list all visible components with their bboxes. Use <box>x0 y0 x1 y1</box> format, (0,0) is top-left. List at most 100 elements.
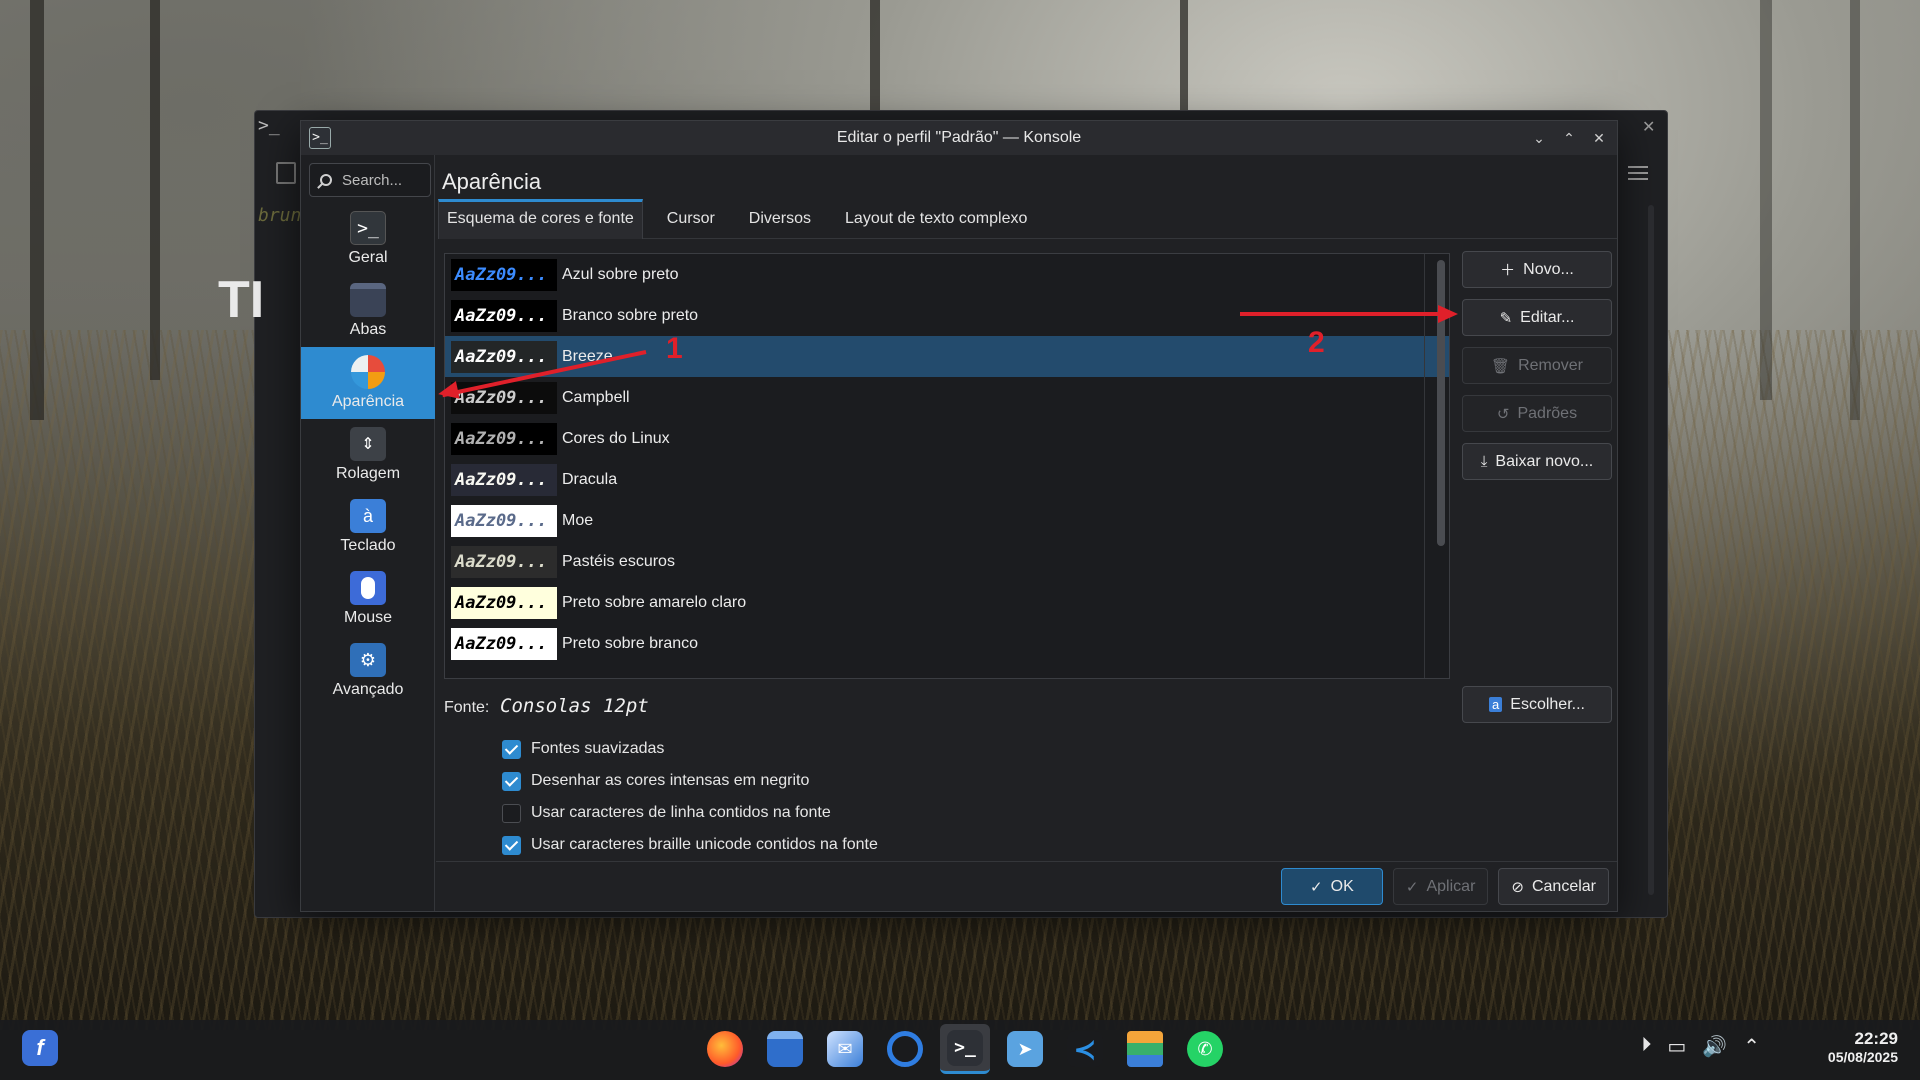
search-icon <box>320 174 332 186</box>
task-files[interactable] <box>760 1024 810 1074</box>
sidebar-item-abas[interactable]: Abas <box>301 275 435 347</box>
font-option-checkbox[interactable]: Fontes suavizadas <box>502 733 878 765</box>
new-button-label: Novo... <box>1523 260 1574 278</box>
list-scrollbar[interactable] <box>1437 260 1445 546</box>
task-telegram[interactable]: ➤ <box>1000 1024 1050 1074</box>
task-mail[interactable]: ✉ <box>820 1024 870 1074</box>
scheme-row[interactable]: AaZz09... Moe <box>445 500 1449 541</box>
system-tray: ⏵ ▭ 🔊 ⌃ <box>1641 1034 1760 1059</box>
choose-button-label: Escolher... <box>1510 695 1585 713</box>
sidebar-item-label: Aparência <box>331 393 405 410</box>
clock-date: 05/08/2025 <box>1827 1049 1898 1065</box>
scheme-preview: AaZz09... <box>451 340 557 373</box>
task-whatsapp[interactable]: ✆ <box>1180 1024 1230 1074</box>
scheme-row[interactable]: AaZz09... Pastéis escuros <box>445 541 1449 582</box>
tab-complex-text-layout[interactable]: Layout de texto complexo <box>835 199 1037 239</box>
clock[interactable]: 22:29 05/08/2025 <box>1828 1029 1898 1065</box>
edit-scheme-button[interactable]: ✎ Editar... <box>1462 299 1612 336</box>
background-tree <box>1760 0 1772 400</box>
tab-color-scheme-font[interactable]: Esquema de cores e fonte <box>438 199 643 239</box>
font-option-checkbox[interactable]: Desenhar as cores intensas em negrito <box>502 765 878 797</box>
scheme-row[interactable]: AaZz09... Cores do Linux <box>445 418 1449 459</box>
checkbox[interactable] <box>502 803 521 823</box>
dialog-footer: ✓ OK ✓ Aplicar ⊘ Cancelar <box>436 861 1617 911</box>
background-terminal-icon: >_ <box>258 115 280 136</box>
advanced-icon: ⚙ <box>350 643 386 677</box>
scheme-name: Moe <box>562 511 594 529</box>
scroll-icon: ⇕ <box>350 427 386 461</box>
ok-button[interactable]: ✓ OK <box>1280 868 1383 905</box>
choose-font-button[interactable]: a Escolher... <box>1462 686 1612 723</box>
font-icon: a <box>1489 697 1503 712</box>
cancel-button[interactable]: ⊘ Cancelar <box>1498 868 1609 905</box>
new-scheme-button[interactable]: ＋ Novo... <box>1462 251 1612 288</box>
download-icon: ⤓ <box>1480 453 1488 470</box>
scheme-preview: AaZz09... <box>451 299 557 332</box>
checkbox[interactable] <box>502 739 521 759</box>
task-konsole[interactable]: >_ <box>940 1024 990 1074</box>
hamburger-menu-icon[interactable] <box>1628 166 1648 180</box>
download-new-button[interactable]: ⤓ Baixar novo... <box>1462 443 1612 480</box>
task-firefox[interactable] <box>700 1024 750 1074</box>
scheme-buttons: ＋ Novo... ✎ Editar... 🗑 Remover ↺ Padrões ⤓ B… <box>1462 251 1612 480</box>
checkbox[interactable] <box>502 771 521 791</box>
scheme-preview: AaZz09... <box>451 258 557 291</box>
scheme-row[interactable]: AaZz09... Dracula <box>445 459 1449 500</box>
font-option-checkbox[interactable]: Usar caracteres de linha contidos na fon… <box>502 797 878 829</box>
pencil-icon: ✎ <box>1499 309 1513 327</box>
defaults-button[interactable]: ↺ Padrões <box>1462 395 1612 432</box>
tab-cursor[interactable]: Cursor <box>657 199 725 239</box>
annotation-number-2: 2 <box>1308 326 1325 359</box>
app-launcher-icon[interactable]: f <box>22 1030 58 1066</box>
close-icon[interactable]: ✕ <box>1591 130 1607 146</box>
konsole-icon: >_ <box>947 1029 983 1066</box>
download-button-label: Baixar novo... <box>1495 452 1594 470</box>
sidebar-item-mouse[interactable]: Mouse <box>301 563 435 635</box>
apply-button[interactable]: ✓ Aplicar <box>1392 868 1489 905</box>
undo-icon: ↺ <box>1496 405 1510 423</box>
sidebar-item-aparencia[interactable]: Aparência <box>301 347 435 419</box>
scheme-preview: AaZz09... <box>451 504 557 537</box>
font-option-checkbox[interactable]: Usar caracteres braille unicode contidos… <box>502 829 878 861</box>
checkbox-label: Usar caracteres braille unicode contidos… <box>531 836 878 853</box>
scheme-row[interactable]: AaZz09... Preto sobre branco <box>445 623 1449 664</box>
mail-icon: ✉ <box>827 1031 863 1067</box>
remove-scheme-button[interactable]: 🗑 Remover <box>1462 347 1612 384</box>
scheme-row[interactable]: AaZz09... Preto sobre amarelo claro <box>445 582 1449 623</box>
scheme-row[interactable]: AaZz09... Azul sobre preto <box>445 254 1449 295</box>
tab-misc[interactable]: Diversos <box>739 199 821 239</box>
scheme-row[interactable]: AaZz09... Breeze <box>445 336 1449 377</box>
sidebar-item-geral[interactable]: >_ Geral <box>301 203 435 275</box>
whatsapp-icon: ✆ <box>1187 1031 1223 1067</box>
task-stack[interactable] <box>1120 1024 1170 1074</box>
task-vscode[interactable]: ≺ <box>1060 1024 1110 1074</box>
sidebar-item-teclado[interactable]: à Teclado <box>301 491 435 563</box>
checkbox[interactable] <box>502 835 521 855</box>
display-icon[interactable]: ▭ <box>1667 1034 1686 1059</box>
sidebar-item-rolagem[interactable]: ⇕ Rolagem <box>301 419 435 491</box>
background-scrollbar[interactable] <box>1648 205 1654 895</box>
list-divider <box>1424 254 1425 678</box>
sidebar-item-label: Avançado <box>332 681 404 698</box>
scheme-row[interactable]: AaZz09... Campbell <box>445 377 1449 418</box>
scheme-name: Preto sobre branco <box>562 634 699 652</box>
content-area: Aparência Esquema de cores e fonte Curso… <box>436 155 1617 911</box>
search-field[interactable]: Search... <box>309 163 431 197</box>
scheme-preview: AaZz09... <box>451 463 557 496</box>
background-tree <box>870 0 880 110</box>
media-play-icon[interactable]: ⏵ <box>1641 1034 1651 1059</box>
page-title: Aparência <box>442 169 542 194</box>
tray-expand-icon[interactable]: ⌃ <box>1743 1034 1760 1059</box>
background-close-icon[interactable]: ✕ <box>1642 117 1655 137</box>
background-new-tab-icon[interactable] <box>276 162 296 184</box>
color-scheme-list[interactable]: AaZz09... Azul sobre preto AaZz09... Branco… <box>444 253 1450 679</box>
scheme-preview: AaZz09... <box>451 422 557 455</box>
cancel-button-label: Cancelar <box>1531 877 1596 895</box>
scheme-name: Preto sobre amarelo claro <box>562 593 747 611</box>
task-browser[interactable] <box>880 1024 930 1074</box>
scheme-preview: AaZz09... <box>451 627 557 660</box>
volume-icon[interactable]: 🔊 <box>1702 1034 1727 1059</box>
minimize-icon[interactable]: ⌄ <box>1531 130 1547 146</box>
sidebar-item-avancado[interactable]: ⚙ Avançado <box>301 635 435 707</box>
maximize-icon[interactable]: ⌃ <box>1561 130 1577 146</box>
